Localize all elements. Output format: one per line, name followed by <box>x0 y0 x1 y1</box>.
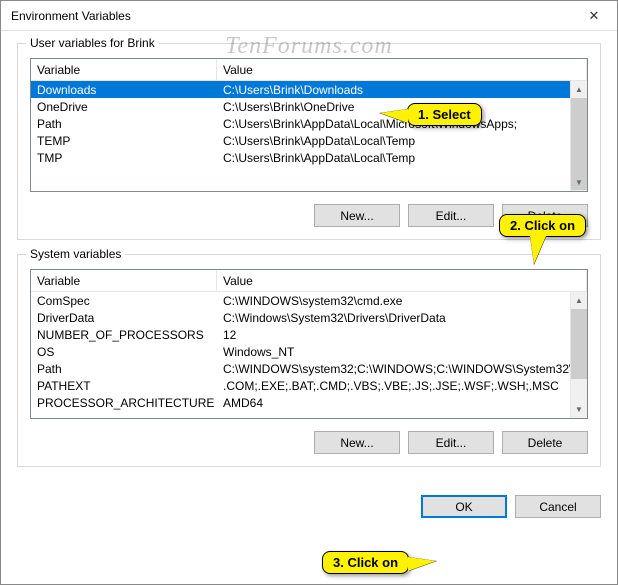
cell-value: .COM;.EXE;.BAT;.CMD;.VBS;.VBE;.JS;.JSE;.… <box>217 378 587 394</box>
callout-select: 1. Select <box>407 103 482 126</box>
cell-variable: Downloads <box>31 82 217 98</box>
scroll-thumb[interactable] <box>571 309 587 379</box>
system-variables-group: System variables Variable Value ComSpecC… <box>17 254 601 467</box>
cell-variable: TMP <box>31 150 217 166</box>
cell-variable: ComSpec <box>31 293 217 309</box>
table-row[interactable]: PROCESSOR_ARCHITECTUREAMD64 <box>31 394 587 411</box>
cell-variable: Path <box>31 361 217 377</box>
cell-value: C:\WINDOWS\system32\cmd.exe <box>217 293 587 309</box>
cancel-button[interactable]: Cancel <box>515 495 601 518</box>
system-edit-button[interactable]: Edit... <box>408 431 494 454</box>
user-variables-label: User variables for Brink <box>26 36 159 50</box>
cell-value: 12 <box>217 327 587 343</box>
titlebar: Environment Variables ✕ <box>1 1 617 31</box>
table-row[interactable]: OSWindows_NT <box>31 343 587 360</box>
cell-value: C:\Users\Brink\AppData\Local\Temp <box>217 133 587 149</box>
scrollbar[interactable]: ▲ ▼ <box>570 292 587 418</box>
cell-variable: OS <box>31 344 217 360</box>
close-icon: ✕ <box>589 8 600 24</box>
cell-variable: NUMBER_OF_PROCESSORS <box>31 327 217 343</box>
user-variables-group: User variables for Brink Variable Value … <box>17 43 601 240</box>
system-new-button[interactable]: New... <box>314 431 400 454</box>
cell-value: C:\Users\Brink\Downloads <box>217 82 587 98</box>
col-header-value[interactable]: Value <box>217 59 587 80</box>
scrollbar[interactable]: ▲ ▼ <box>570 81 587 191</box>
cell-value: Windows_NT <box>217 344 587 360</box>
table-row[interactable]: NUMBER_OF_PROCESSORS12 <box>31 326 587 343</box>
callout-click-delete: 2. Click on <box>499 214 586 237</box>
cell-variable: TEMP <box>31 133 217 149</box>
close-button[interactable]: ✕ <box>571 1 617 31</box>
col-header-variable[interactable]: Variable <box>31 270 217 291</box>
ok-button[interactable]: OK <box>421 495 507 518</box>
col-header-variable[interactable]: Variable <box>31 59 217 80</box>
table-row[interactable]: PathC:\WINDOWS\system32;C:\WINDOWS;C:\WI… <box>31 360 587 377</box>
table-row[interactable]: TEMPC:\Users\Brink\AppData\Local\Temp <box>31 132 587 149</box>
callout-click-ok: 3. Click on <box>322 551 409 574</box>
cell-value: C:\Windows\System32\Drivers\DriverData <box>217 310 587 326</box>
cell-variable: Path <box>31 116 217 132</box>
user-variables-list[interactable]: Variable Value DownloadsC:\Users\Brink\D… <box>30 58 588 192</box>
cell-value: C:\WINDOWS\system32;C:\WINDOWS;C:\WINDOW… <box>217 361 587 377</box>
window-title: Environment Variables <box>11 9 131 23</box>
scroll-down-icon[interactable]: ▼ <box>571 401 587 418</box>
scroll-up-icon[interactable]: ▲ <box>571 292 587 309</box>
user-list-header: Variable Value <box>31 59 587 81</box>
system-list-header: Variable Value <box>31 270 587 292</box>
user-edit-button[interactable]: Edit... <box>408 204 494 227</box>
table-row[interactable]: ComSpecC:\WINDOWS\system32\cmd.exe <box>31 292 587 309</box>
user-new-button[interactable]: New... <box>314 204 400 227</box>
system-variables-list[interactable]: Variable Value ComSpecC:\WINDOWS\system3… <box>30 269 588 419</box>
scroll-up-icon[interactable]: ▲ <box>571 81 587 98</box>
system-delete-button[interactable]: Delete <box>502 431 588 454</box>
table-row[interactable]: DriverDataC:\Windows\System32\Drivers\Dr… <box>31 309 587 326</box>
table-row[interactable]: DownloadsC:\Users\Brink\Downloads <box>31 81 587 98</box>
table-row[interactable]: PathC:\Users\Brink\AppData\Local\Microso… <box>31 115 587 132</box>
table-row[interactable]: TMPC:\Users\Brink\AppData\Local\Temp <box>31 149 587 166</box>
cell-value: AMD64 <box>217 395 587 411</box>
cell-variable: DriverData <box>31 310 217 326</box>
col-header-value[interactable]: Value <box>217 270 587 291</box>
scroll-down-icon[interactable]: ▼ <box>571 174 587 191</box>
cell-value: C:\Users\Brink\AppData\Local\Temp <box>217 150 587 166</box>
table-row[interactable]: OneDriveC:\Users\Brink\OneDrive <box>31 98 587 115</box>
table-row[interactable]: PATHEXT.COM;.EXE;.BAT;.CMD;.VBS;.VBE;.JS… <box>31 377 587 394</box>
cell-variable: PATHEXT <box>31 378 217 394</box>
cell-variable: PROCESSOR_ARCHITECTURE <box>31 395 217 411</box>
system-variables-label: System variables <box>26 247 125 261</box>
cell-variable: OneDrive <box>31 99 217 115</box>
